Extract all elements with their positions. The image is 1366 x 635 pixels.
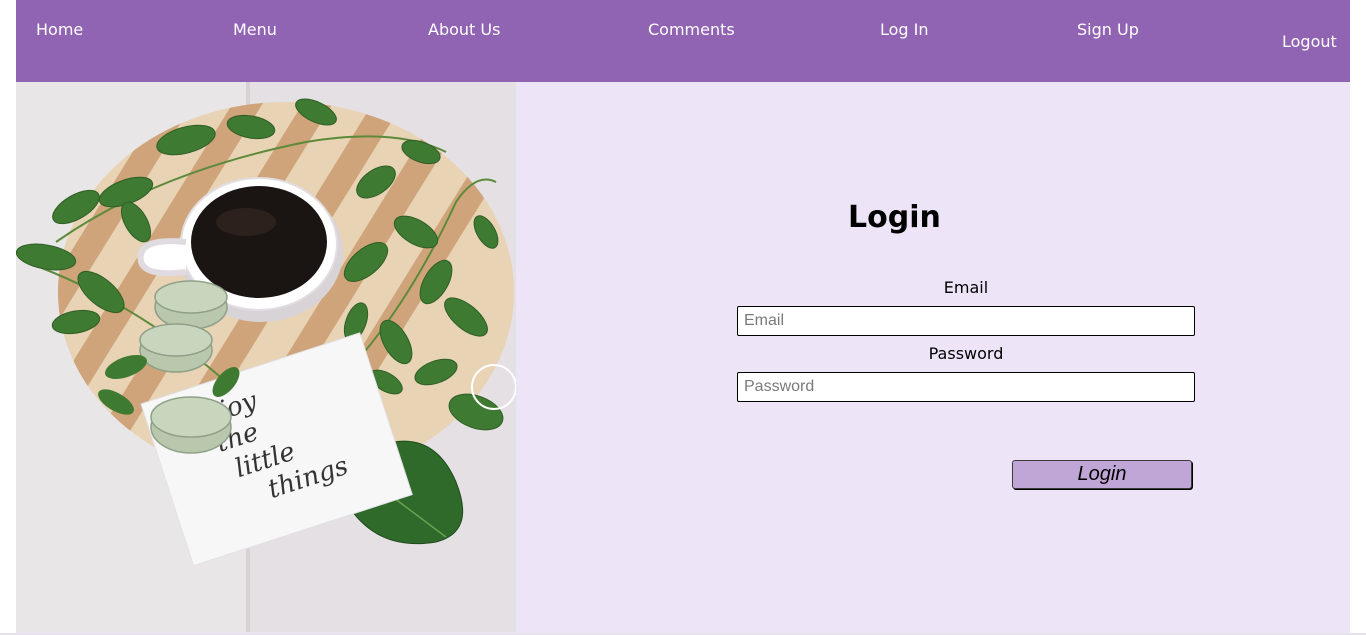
- coffee-photo: enjoy the little things: [16, 82, 516, 632]
- nav-signup-link[interactable]: Sign Up: [1077, 20, 1139, 39]
- coffee-photo-art: enjoy the little things: [16, 82, 516, 632]
- page: Home Menu About Us Comments Log In Sign …: [16, 0, 1350, 635]
- email-input[interactable]: [737, 306, 1195, 336]
- nav-home-link[interactable]: Home: [36, 20, 83, 39]
- main-content: enjoy the little things: [16, 82, 1350, 635]
- nav-comments-link[interactable]: Comments: [648, 20, 735, 39]
- password-label: Password: [928, 344, 1004, 363]
- nav-menu-link[interactable]: Menu: [233, 20, 277, 39]
- nav-login-link[interactable]: Log In: [880, 20, 929, 39]
- email-label: Email: [943, 278, 989, 297]
- nav-about-link[interactable]: About Us: [428, 20, 500, 39]
- login-button[interactable]: Login: [1012, 460, 1192, 489]
- nav-logout-link[interactable]: Logout: [1282, 32, 1337, 51]
- navbar: Home Menu About Us Comments Log In Sign …: [16, 0, 1350, 82]
- login-title: Login: [848, 200, 941, 235]
- password-input[interactable]: [737, 372, 1195, 402]
